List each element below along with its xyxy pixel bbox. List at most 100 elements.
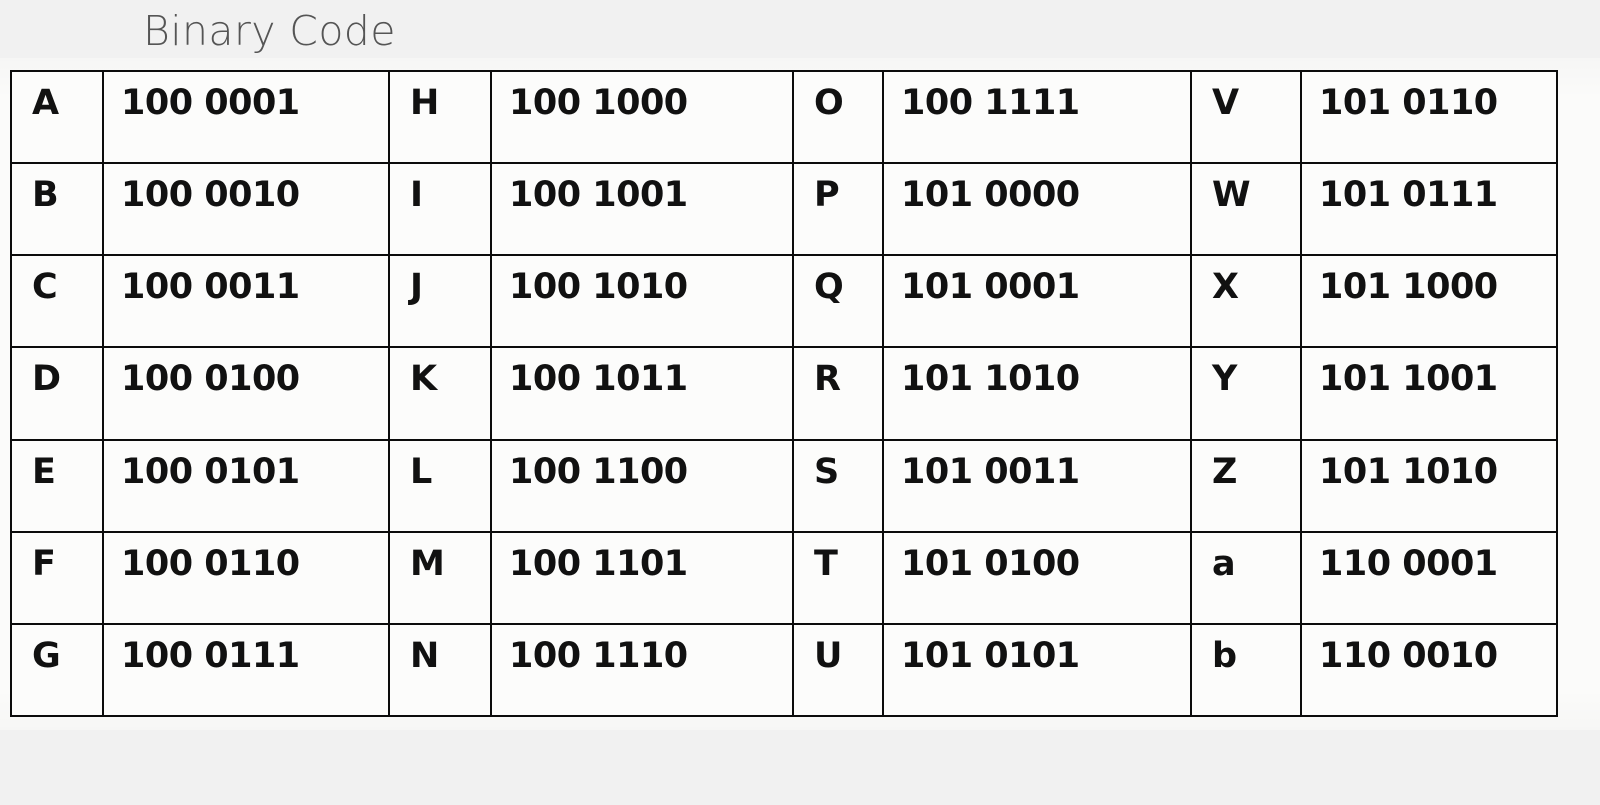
table-row: D 100 0100 K 100 1011 R 101 1010 Y 101 1… <box>10 346 1558 441</box>
letter-cell: Q <box>792 254 884 349</box>
code-value: 100 0110 <box>121 543 300 584</box>
letter-cell: E <box>10 438 104 533</box>
code-value: 100 1111 <box>901 83 1080 123</box>
table-row: A 100 0001 H 100 1000 O 100 1111 V 101 0… <box>10 69 1558 165</box>
code-cell: 100 0010 <box>102 162 390 257</box>
code-cell: 101 0000 <box>882 162 1192 257</box>
letter-value: O <box>814 83 844 123</box>
letter-cell: D <box>10 346 104 441</box>
letter-cell: U <box>792 622 884 718</box>
letter-value: C <box>32 267 58 308</box>
code-cell: 100 1110 <box>490 622 794 718</box>
letter-value: V <box>1212 83 1240 123</box>
letter-value: Z <box>1212 451 1238 492</box>
code-value: 101 0111 <box>1319 175 1498 216</box>
letter-cell: N <box>388 622 492 718</box>
code-value: 101 0101 <box>901 635 1080 676</box>
letter-cell: B <box>10 162 104 257</box>
code-value: 101 1000 <box>1319 267 1498 308</box>
letter-value: B <box>32 175 59 216</box>
letter-value: J <box>410 267 424 308</box>
letter-value: H <box>410 83 440 123</box>
letter-value: S <box>814 451 840 492</box>
letter-value: Y <box>1212 359 1238 400</box>
letter-cell: X <box>1190 254 1302 349</box>
code-value: 110 0010 <box>1319 635 1498 676</box>
code-cell: 100 0001 <box>102 69 390 165</box>
letter-value: L <box>410 451 433 492</box>
letter-value: Q <box>814 267 844 308</box>
code-cell: 110 0001 <box>1300 530 1558 625</box>
code-cell: 100 0100 <box>102 346 390 441</box>
letter-cell: O <box>792 69 884 165</box>
letter-cell: M <box>388 530 492 625</box>
letter-value: U <box>814 635 843 676</box>
table-row: E 100 0101 L 100 1100 S 101 0011 Z 101 1… <box>10 438 1558 533</box>
code-value: 100 0001 <box>121 83 300 123</box>
letter-cell: S <box>792 438 884 533</box>
title-band: Binary Code <box>0 0 1600 58</box>
letter-value: A <box>32 83 60 123</box>
code-value: 100 0111 <box>121 635 300 676</box>
code-value: 101 0001 <box>901 267 1080 308</box>
code-value: 100 1001 <box>509 175 688 216</box>
letter-value: D <box>32 359 62 400</box>
binary-code-table-body: A 100 0001 H 100 1000 O 100 1111 V 101 0… <box>10 69 1558 718</box>
letter-value: G <box>32 635 61 676</box>
letter-value: M <box>410 543 445 584</box>
code-value: 100 0011 <box>121 267 300 308</box>
letter-value: X <box>1212 267 1239 308</box>
letter-cell: Z <box>1190 438 1302 533</box>
code-value: 100 1011 <box>509 359 688 400</box>
letter-cell: Y <box>1190 346 1302 441</box>
letter-cell: T <box>792 530 884 625</box>
letter-cell: R <box>792 346 884 441</box>
code-value: 100 1000 <box>509 83 688 123</box>
code-cell: 101 0110 <box>1300 69 1558 165</box>
code-value: 101 0000 <box>901 175 1080 216</box>
letter-value: F <box>32 543 56 584</box>
code-cell: 100 1101 <box>490 530 794 625</box>
letter-value: N <box>410 635 440 676</box>
code-cell: 101 0100 <box>882 530 1192 625</box>
code-cell: 100 0110 <box>102 530 390 625</box>
letter-value: I <box>410 175 424 216</box>
code-cell: 100 1111 <box>882 69 1192 165</box>
letter-cell: a <box>1190 530 1302 625</box>
code-cell: 101 0001 <box>882 254 1192 349</box>
code-cell: 101 0111 <box>1300 162 1558 257</box>
letter-cell: A <box>10 69 104 165</box>
code-cell: 101 1001 <box>1300 346 1558 441</box>
bottom-band <box>0 730 1600 805</box>
code-value: 100 1100 <box>509 451 688 492</box>
code-cell: 101 1010 <box>882 346 1192 441</box>
code-cell: 101 0011 <box>882 438 1192 533</box>
letter-value: K <box>410 359 438 400</box>
code-value: 100 0101 <box>121 451 300 492</box>
letter-cell: K <box>388 346 492 441</box>
code-cell: 100 1000 <box>490 69 794 165</box>
code-value: 101 1010 <box>901 359 1080 400</box>
code-cell: 100 0011 <box>102 254 390 349</box>
code-cell: 110 0010 <box>1300 622 1558 718</box>
code-cell: 100 1011 <box>490 346 794 441</box>
letter-cell: V <box>1190 69 1302 165</box>
binary-code-table: A 100 0001 H 100 1000 O 100 1111 V 101 0… <box>10 69 1558 718</box>
letter-value: R <box>814 359 841 400</box>
code-value: 101 1010 <box>1319 451 1498 492</box>
letter-value: b <box>1212 635 1238 676</box>
code-value: 101 0110 <box>1319 83 1498 123</box>
letter-value: a <box>1212 543 1236 584</box>
code-value: 101 1001 <box>1319 359 1498 400</box>
code-cell: 101 0101 <box>882 622 1192 718</box>
code-cell: 101 1010 <box>1300 438 1558 533</box>
code-value: 101 0100 <box>901 543 1080 584</box>
table-row: G 100 0111 N 100 1110 U 101 0101 b 110 0… <box>10 622 1558 718</box>
code-value: 101 0011 <box>901 451 1080 492</box>
table-row: C 100 0011 J 100 1010 Q 101 0001 X 101 1… <box>10 254 1558 349</box>
code-cell: 100 1100 <box>490 438 794 533</box>
page-title: Binary Code <box>143 7 396 55</box>
letter-cell: C <box>10 254 104 349</box>
letter-cell: G <box>10 622 104 718</box>
code-value: 110 0001 <box>1319 543 1498 584</box>
